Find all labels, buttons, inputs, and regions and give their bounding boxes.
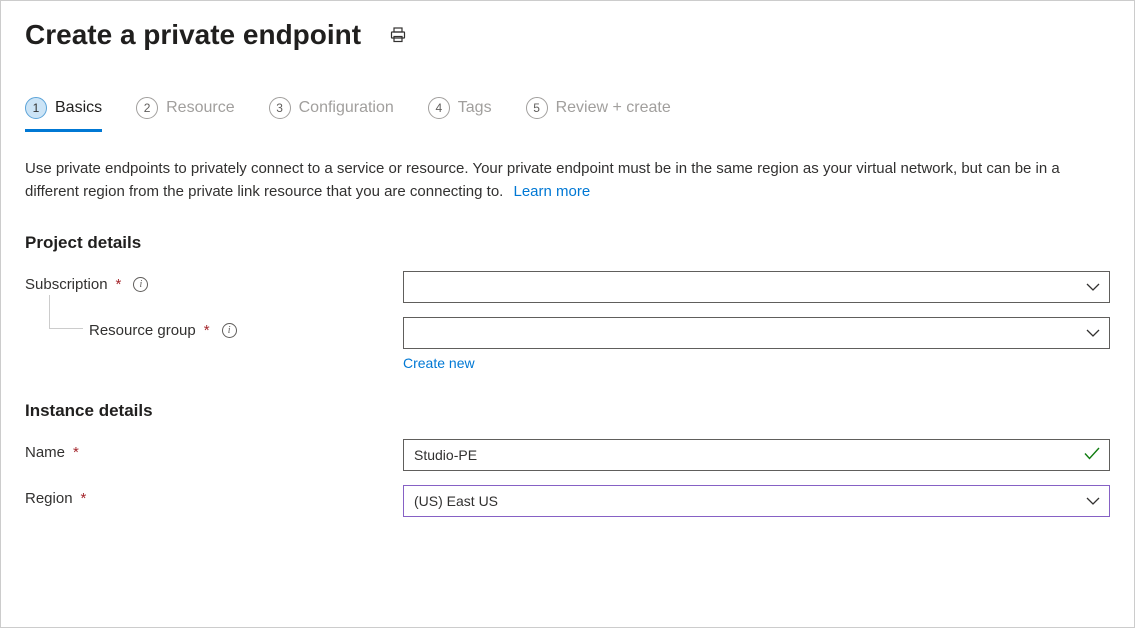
info-icon[interactable]: i — [133, 277, 148, 292]
label-subscription: Subscription * i — [25, 271, 403, 293]
control-subscription — [403, 271, 1110, 303]
tab-review-create[interactable]: 5 Review + create — [526, 97, 671, 132]
tab-step-number: 1 — [25, 97, 47, 119]
label-text: Name — [25, 444, 65, 461]
label-text: Region — [25, 490, 73, 507]
label-name: Name * — [25, 439, 403, 461]
tab-step-number: 3 — [269, 97, 291, 119]
tab-description: Use private endpoints to privately conne… — [25, 158, 1110, 203]
tab-step-number: 5 — [526, 97, 548, 119]
required-indicator: * — [116, 276, 122, 293]
tab-label: Resource — [166, 99, 234, 117]
region-select[interactable] — [403, 485, 1110, 517]
required-indicator: * — [81, 490, 87, 507]
required-indicator: * — [204, 322, 210, 339]
tab-step-number: 2 — [136, 97, 158, 119]
label-resource-group: Resource group * i — [25, 317, 403, 339]
tab-resource[interactable]: 2 Resource — [136, 97, 234, 132]
print-icon[interactable] — [389, 26, 407, 44]
row-subscription: Subscription * i — [25, 271, 1110, 303]
name-input[interactable] — [403, 439, 1110, 471]
tab-tags[interactable]: 4 Tags — [428, 97, 492, 132]
page-header: Create a private endpoint — [25, 19, 1110, 51]
tab-label: Basics — [55, 99, 102, 117]
section-title-project: Project details — [25, 233, 1110, 253]
section-title-instance: Instance details — [25, 401, 1110, 421]
info-icon[interactable]: i — [222, 323, 237, 338]
wizard-tabs: 1 Basics 2 Resource 3 Configuration 4 Ta… — [25, 97, 1110, 132]
subscription-select[interactable] — [403, 271, 1110, 303]
label-text: Subscription — [25, 276, 108, 293]
label-region: Region * — [25, 485, 403, 507]
tree-connector — [49, 295, 83, 329]
row-resource-group: Resource group * i Create new — [25, 317, 1110, 371]
tab-basics[interactable]: 1 Basics — [25, 97, 102, 132]
tab-label: Configuration — [299, 99, 394, 117]
tab-step-number: 4 — [428, 97, 450, 119]
tab-label: Review + create — [556, 99, 671, 117]
control-resource-group: Create new — [403, 317, 1110, 371]
create-private-endpoint-page: Create a private endpoint 1 Basics 2 Res… — [0, 0, 1135, 628]
tab-configuration[interactable]: 3 Configuration — [269, 97, 394, 132]
control-region — [403, 485, 1110, 517]
resource-group-select[interactable] — [403, 317, 1110, 349]
page-title: Create a private endpoint — [25, 19, 361, 51]
required-indicator: * — [73, 444, 79, 461]
control-name — [403, 439, 1110, 471]
learn-more-link[interactable]: Learn more — [514, 183, 591, 200]
row-name: Name * — [25, 439, 1110, 471]
create-new-link[interactable]: Create new — [403, 355, 475, 371]
tab-label: Tags — [458, 99, 492, 117]
row-region: Region * — [25, 485, 1110, 517]
label-text: Resource group — [89, 322, 196, 339]
